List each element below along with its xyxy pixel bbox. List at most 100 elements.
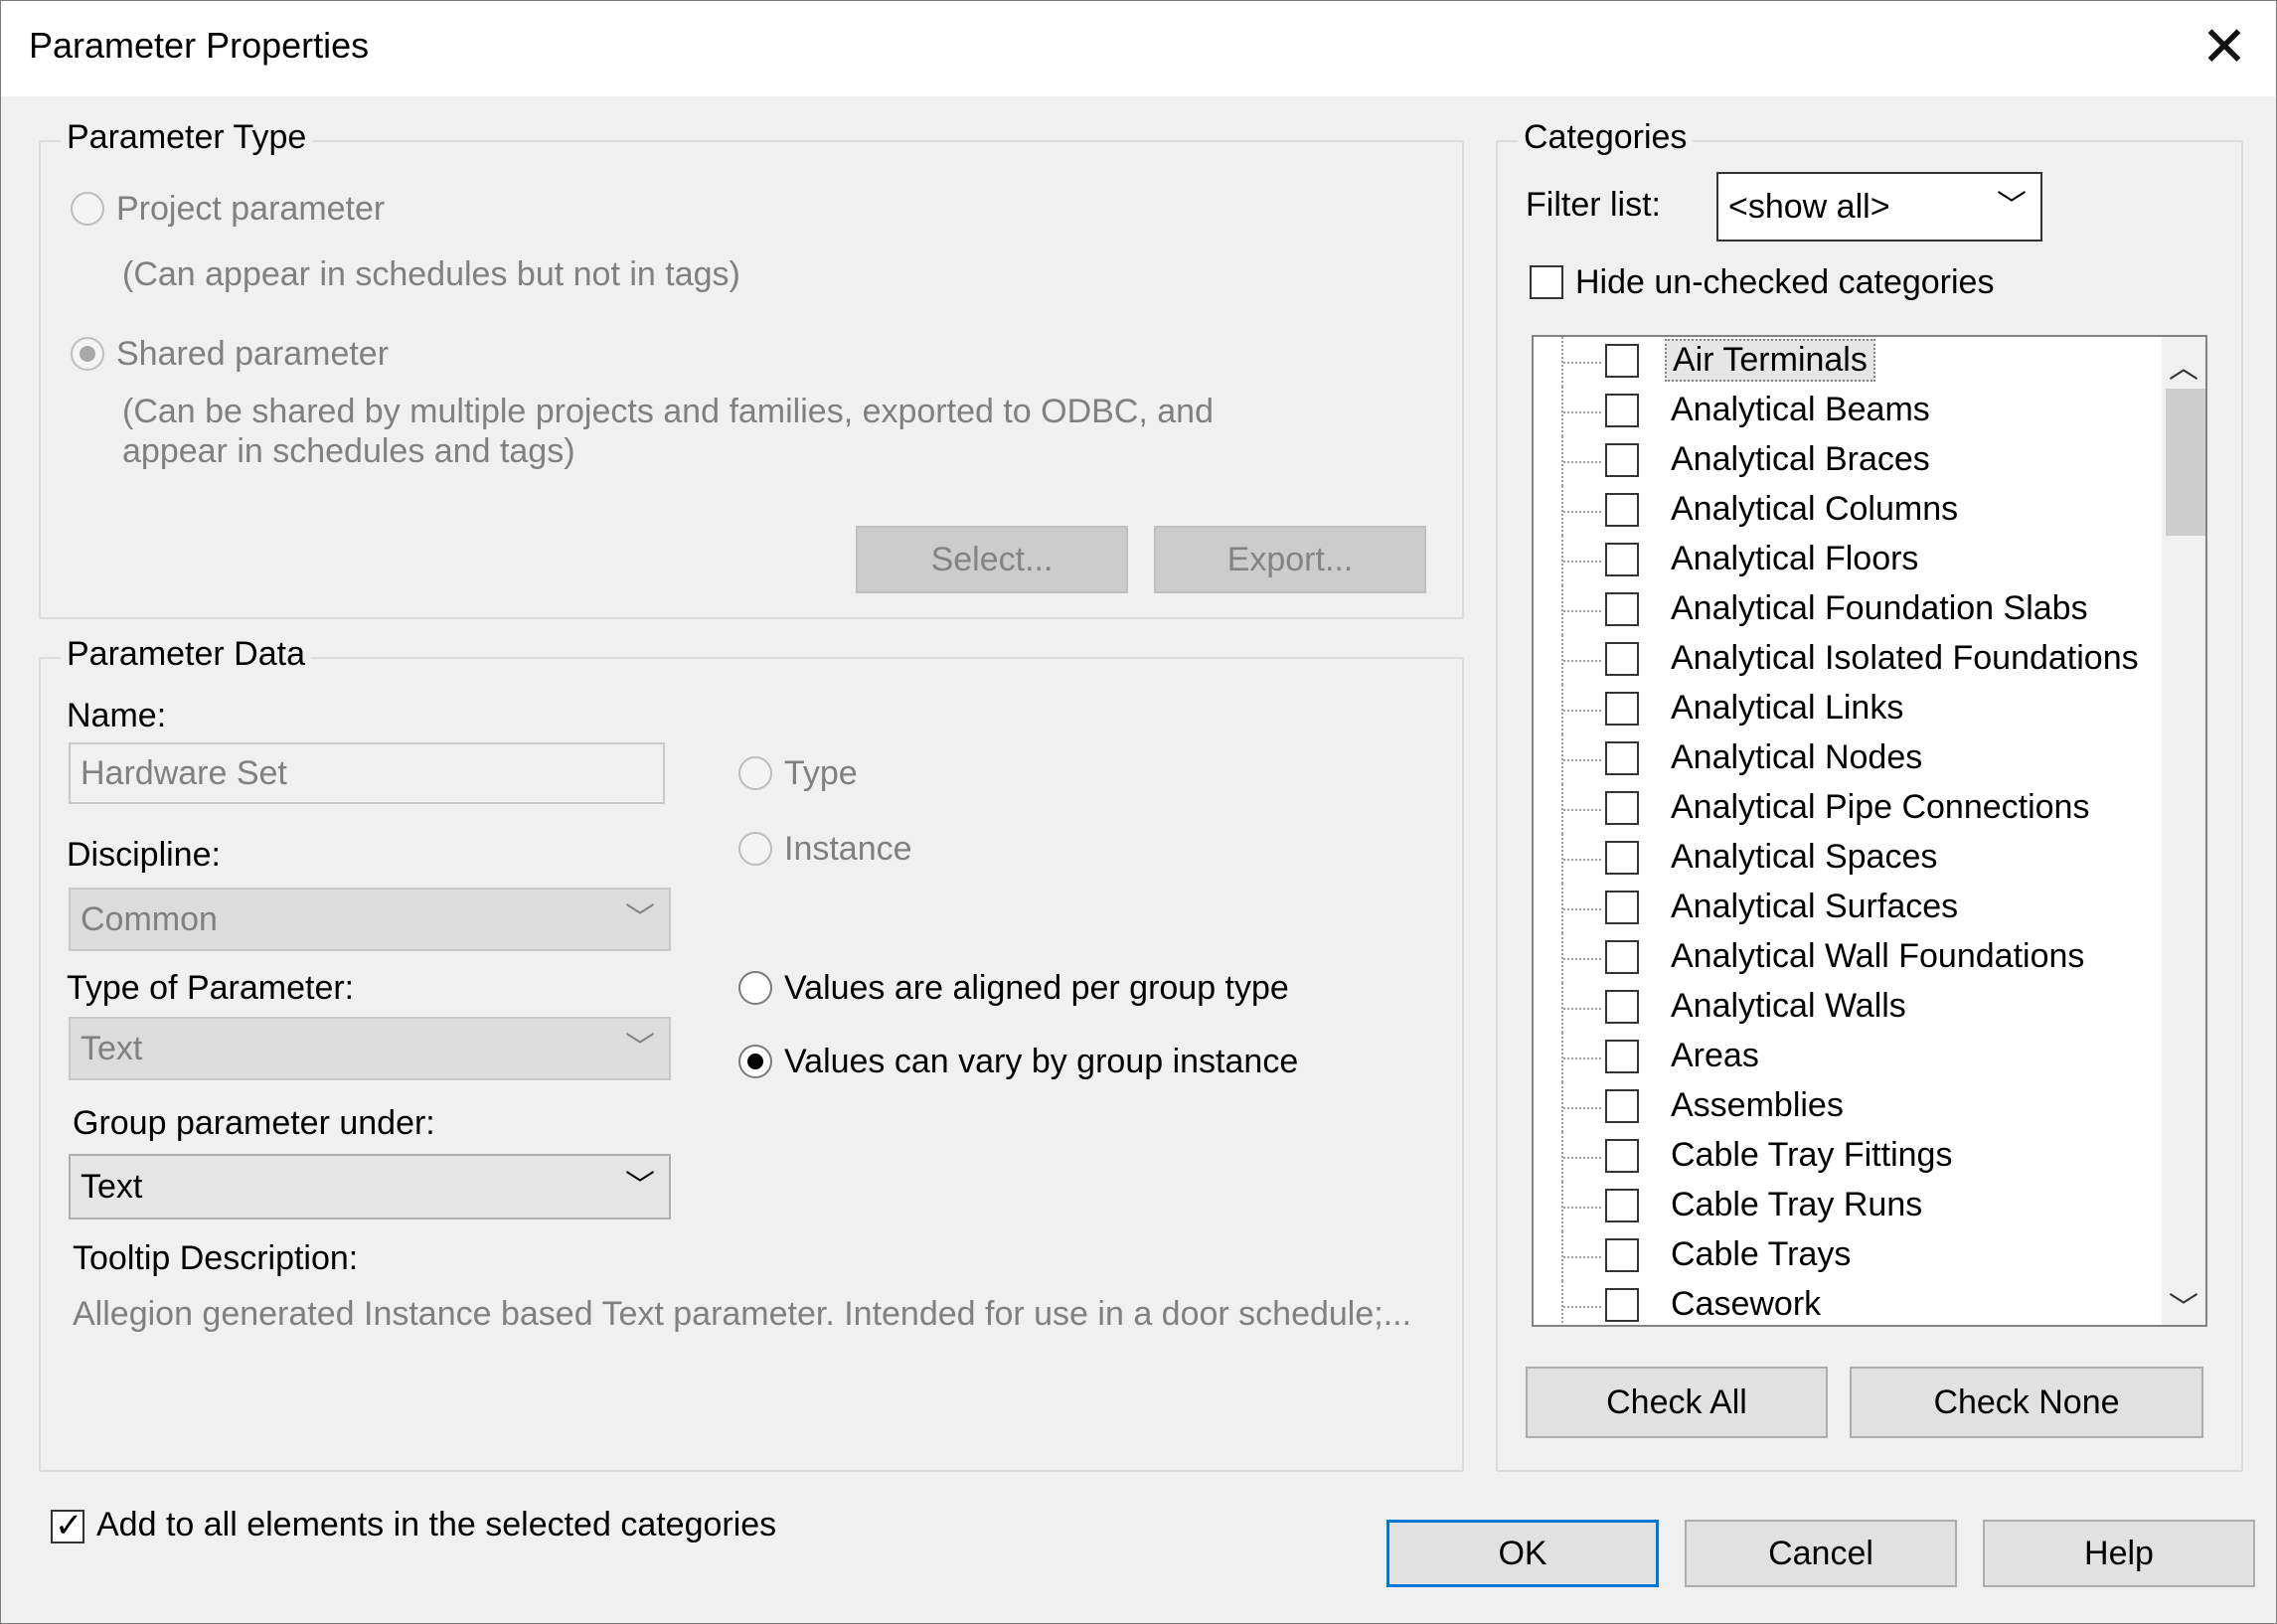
- category-label: Areas: [1671, 1037, 1759, 1074]
- tree-branch: [1563, 710, 1601, 712]
- category-label: Cable Tray Fittings: [1671, 1136, 1953, 1174]
- category-checkbox[interactable]: [1605, 1089, 1639, 1123]
- check-all-button[interactable]: Check All: [1526, 1367, 1828, 1438]
- category-item[interactable]: Assemblies: [1534, 1082, 2150, 1132]
- tree-branch: [1563, 1256, 1601, 1258]
- discipline-dropdown[interactable]: Common ﹀: [69, 888, 671, 951]
- type-radio[interactable]: [738, 756, 772, 790]
- scrollbar-thumb[interactable]: [2166, 389, 2205, 536]
- category-checkbox[interactable]: [1605, 642, 1639, 676]
- cancel-button[interactable]: Cancel: [1685, 1520, 1957, 1587]
- tooltip-description[interactable]: Allegion generated Instance based Text p…: [73, 1295, 1411, 1334]
- close-icon[interactable]: ✕: [2193, 15, 2256, 79]
- group-under-dropdown[interactable]: Text ﹀: [69, 1154, 671, 1219]
- category-label: Analytical Beams: [1671, 391, 1930, 428]
- category-item[interactable]: Cable Trays: [1534, 1231, 2150, 1281]
- category-item[interactable]: Air Terminals: [1534, 337, 2150, 387]
- category-checkbox[interactable]: [1605, 443, 1639, 477]
- category-label: Analytical Columns: [1671, 490, 1959, 528]
- type-of-parameter-dropdown[interactable]: Text ﹀: [69, 1017, 671, 1080]
- category-label: Cable Tray Runs: [1671, 1186, 1923, 1223]
- ok-button[interactable]: OK: [1386, 1520, 1659, 1587]
- category-item[interactable]: Analytical Surfaces: [1534, 884, 2150, 933]
- filter-list-value: <show all>: [1728, 188, 1890, 226]
- tree-branch: [1563, 411, 1601, 413]
- add-to-all-checkbox[interactable]: ✓: [51, 1507, 84, 1544]
- values-aligned-label: Values are aligned per group type: [784, 969, 1289, 1007]
- category-checkbox[interactable]: [1605, 394, 1639, 427]
- category-item[interactable]: Cable Tray Fittings: [1534, 1132, 2150, 1182]
- hide-unchecked-checkbox[interactable]: [1530, 265, 1563, 299]
- category-item[interactable]: Analytical Beams: [1534, 387, 2150, 436]
- export-button[interactable]: Export...: [1154, 526, 1426, 593]
- category-label: Analytical Wall Foundations: [1671, 937, 2085, 975]
- category-checkbox[interactable]: [1605, 841, 1639, 875]
- tree-branch: [1563, 859, 1601, 861]
- category-label: Casework: [1671, 1285, 1822, 1323]
- tree-line: [1561, 1281, 1565, 1325]
- group-under-label: Group parameter under:: [73, 1104, 435, 1142]
- category-label: Analytical Surfaces: [1671, 888, 1959, 925]
- name-field[interactable]: Hardware Set: [69, 742, 665, 804]
- category-checkbox[interactable]: [1605, 891, 1639, 924]
- tree-branch: [1563, 1157, 1601, 1159]
- check-mark-icon: ✓: [55, 1507, 83, 1544]
- category-item[interactable]: Analytical Links: [1534, 685, 2150, 734]
- radio-selected-dot: [80, 346, 95, 362]
- category-label: Analytical Walls: [1671, 987, 1906, 1025]
- category-item[interactable]: Analytical Foundation Slabs: [1534, 585, 2150, 635]
- parameter-data-legend: Parameter Data: [61, 635, 311, 674]
- help-button[interactable]: Help: [1983, 1520, 2255, 1587]
- category-checkbox[interactable]: [1605, 1238, 1639, 1272]
- category-checkbox[interactable]: [1605, 940, 1639, 974]
- category-item[interactable]: Analytical Pipe Connections: [1534, 784, 2150, 834]
- category-item[interactable]: Cable Tray Runs: [1534, 1182, 2150, 1231]
- filter-list-dropdown[interactable]: <show all> ﹀: [1716, 172, 2042, 242]
- values-aligned-radio[interactable]: [738, 971, 772, 1005]
- category-item[interactable]: Analytical Braces: [1534, 436, 2150, 486]
- category-checkbox[interactable]: [1605, 543, 1639, 576]
- title-bar: Parameter Properties ✕: [1, 1, 2276, 96]
- category-item[interactable]: Analytical Isolated Foundations: [1534, 635, 2150, 685]
- category-item[interactable]: Casework: [1534, 1281, 2150, 1325]
- category-item[interactable]: Analytical Wall Foundations: [1534, 933, 2150, 983]
- vertical-scrollbar[interactable]: ︿ ﹀: [2162, 337, 2205, 1325]
- category-item[interactable]: Analytical Spaces: [1534, 834, 2150, 884]
- select-button[interactable]: Select...: [856, 526, 1128, 593]
- category-label: Analytical Nodes: [1671, 738, 1923, 776]
- category-label: Analytical Foundation Slabs: [1671, 589, 2088, 627]
- category-item[interactable]: Analytical Columns: [1534, 486, 2150, 536]
- scroll-down-icon[interactable]: ﹀: [2162, 1283, 2205, 1325]
- category-checkbox[interactable]: [1605, 1189, 1639, 1222]
- category-checkbox[interactable]: [1605, 1139, 1639, 1173]
- category-item[interactable]: Analytical Floors: [1534, 536, 2150, 585]
- shared-parameter-desc-line1: (Can be shared by multiple projects and …: [122, 393, 1214, 430]
- project-parameter-desc: (Can appear in schedules but not in tags…: [122, 255, 740, 293]
- category-item[interactable]: Analytical Walls: [1534, 983, 2150, 1033]
- values-vary-radio[interactable]: [738, 1045, 772, 1078]
- instance-radio-label: Instance: [784, 830, 912, 868]
- category-checkbox[interactable]: [1605, 990, 1639, 1024]
- category-checkbox[interactable]: [1605, 791, 1639, 825]
- categories-list[interactable]: Air Terminals Analytical Beams Analytical …: [1532, 335, 2207, 1327]
- tree-branch: [1563, 511, 1601, 513]
- instance-radio[interactable]: [738, 832, 772, 866]
- category-item[interactable]: Areas: [1534, 1033, 2150, 1082]
- type-radio-label: Type: [784, 754, 858, 792]
- type-of-parameter-label: Type of Parameter:: [67, 969, 355, 1007]
- tree-branch: [1563, 1207, 1601, 1209]
- shared-parameter-radio[interactable]: [71, 337, 104, 371]
- category-checkbox[interactable]: [1605, 592, 1639, 626]
- category-checkbox[interactable]: [1605, 344, 1639, 378]
- category-checkbox[interactable]: [1605, 1040, 1639, 1073]
- category-item[interactable]: Analytical Nodes: [1534, 734, 2150, 784]
- category-checkbox[interactable]: [1605, 741, 1639, 775]
- category-checkbox[interactable]: [1605, 493, 1639, 527]
- project-parameter-radio[interactable]: [71, 192, 104, 226]
- scroll-up-icon[interactable]: ︿: [2162, 343, 2205, 387]
- discipline-value: Common: [81, 900, 218, 938]
- check-none-button[interactable]: Check None: [1850, 1367, 2203, 1438]
- category-checkbox[interactable]: [1605, 1288, 1639, 1322]
- category-checkbox[interactable]: [1605, 692, 1639, 726]
- parameter-type-legend: Parameter Type: [61, 118, 313, 157]
